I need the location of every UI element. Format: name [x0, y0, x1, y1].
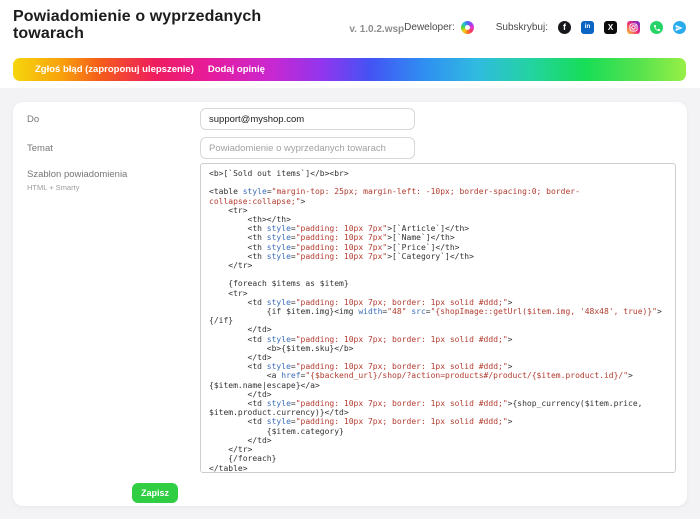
template-code: <b>[`Sold out items`]</b><br> <table sty…: [201, 164, 675, 473]
developer-logo-icon[interactable]: [461, 21, 474, 34]
template-field-row: Szablon powiadomienia HTML + Smarty <b>[…: [27, 163, 676, 473]
linkedin-icon[interactable]: in: [581, 21, 594, 34]
subject-label: Temat: [27, 143, 200, 154]
template-code-editor[interactable]: <b>[`Sold out items`]</b><br> <table sty…: [200, 163, 676, 473]
template-label: Szablon powiadomienia: [27, 169, 200, 180]
version-label: v. 1.0.2.wsp: [349, 24, 404, 35]
header-links: Deweloper: Subskrybuj: f in X: [404, 21, 686, 34]
add-review-link[interactable]: Dodaj opinię: [208, 64, 265, 75]
subject-label-col: Temat: [27, 137, 200, 154]
save-button[interactable]: Zapisz: [132, 483, 178, 503]
app-header: Powiadomienie o wyprzedanych towarach v.…: [0, 0, 700, 88]
subscribe-label: Subskrybuj:: [496, 22, 548, 33]
telegram-icon[interactable]: [673, 21, 686, 34]
settings-form-card: Do Temat Szablon powiadomienia HTML + Sm…: [13, 102, 687, 506]
to-field-row: Do: [27, 108, 676, 130]
template-sublabel: HTML + Smarty: [27, 183, 200, 192]
subject-field-row: Temat: [27, 137, 676, 159]
template-label-col: Szablon powiadomienia HTML + Smarty: [27, 163, 200, 192]
x-icon[interactable]: X: [604, 21, 617, 34]
developer-label: Deweloper:: [404, 22, 455, 33]
facebook-icon[interactable]: f: [558, 21, 571, 34]
page-title: Powiadomienie o wyprzedanych towarach: [13, 8, 307, 42]
to-label-col: Do: [27, 108, 200, 125]
to-label: Do: [27, 114, 200, 125]
linkedin-glyph: in: [585, 24, 591, 31]
whatsapp-icon[interactable]: [650, 21, 663, 34]
content-area: Do Temat Szablon powiadomienia HTML + Sm…: [0, 88, 700, 519]
rainbow-action-bar: Zgłoś błąd (zaproponuj ulepszenie) Dodaj…: [13, 58, 686, 81]
x-glyph: X: [608, 24, 613, 32]
save-button-row: Zapisz: [132, 483, 676, 503]
facebook-glyph: f: [563, 23, 566, 32]
to-input[interactable]: [200, 108, 415, 130]
header-top-row: Powiadomienie o wyprzedanych towarach v.…: [13, 8, 686, 42]
report-bug-link[interactable]: Zgłoś błąd (zaproponuj ulepszenie): [35, 64, 194, 75]
instagram-icon[interactable]: [627, 21, 640, 34]
subject-input[interactable]: [200, 137, 415, 159]
